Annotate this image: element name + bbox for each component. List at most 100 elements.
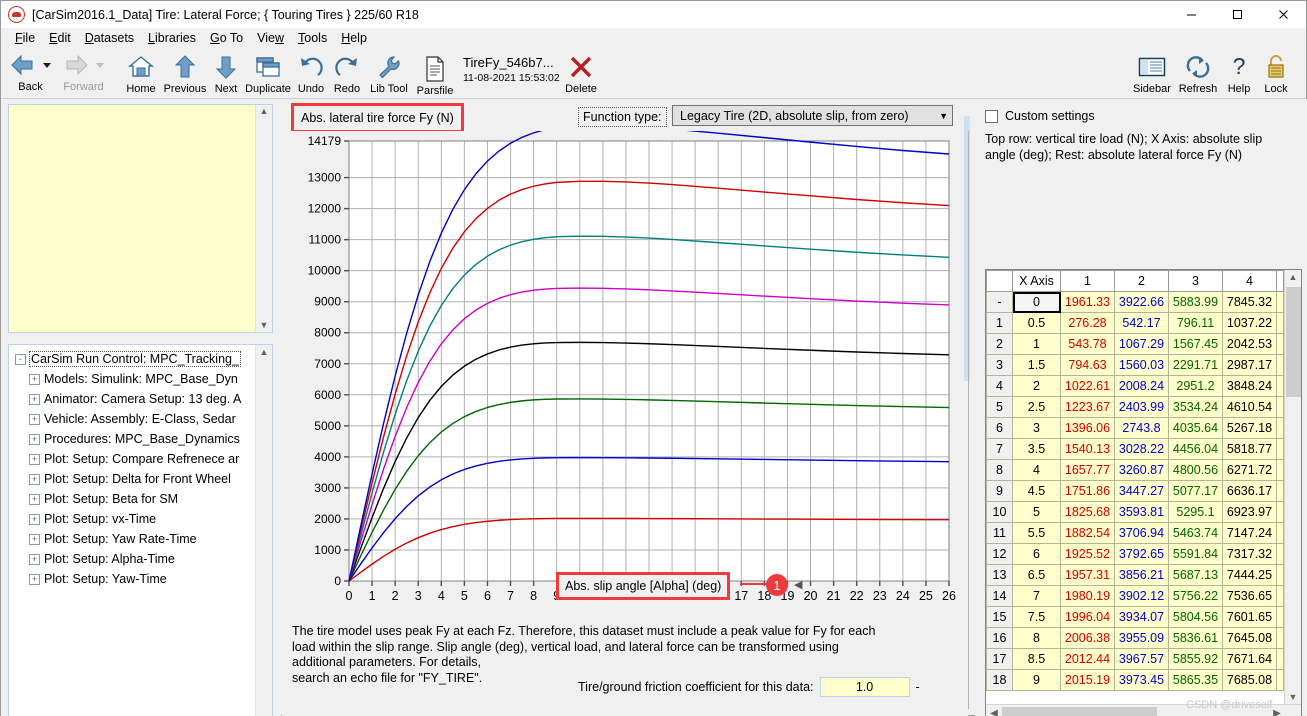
parsfile-button[interactable]: Parsfile <box>413 52 457 97</box>
expander-icon[interactable]: + <box>29 433 40 445</box>
data-cell[interactable]: 1037.22 <box>1222 312 1277 334</box>
data-cell[interactable]: 7685.08 <box>1222 669 1277 691</box>
table-vertical-scrollbar[interactable]: ▲ ▼ <box>1284 270 1301 704</box>
data-cell[interactable]: 2015.19 <box>1060 669 1115 691</box>
menu-item-tools[interactable]: Tools <box>291 30 334 46</box>
data-cell[interactable]: 543.78 <box>1060 333 1115 355</box>
tire-force-plot[interactable]: 0 1000 2000 3000 4000 5000 6000 7000 8000 9000 100… <box>291 131 959 696</box>
table-header-3[interactable]: 3 <box>1168 270 1223 292</box>
data-cell-partial[interactable] <box>1276 480 1284 502</box>
menu-item-edit[interactable]: Edit <box>42 30 78 46</box>
menu-item-datasets[interactable]: Datasets <box>78 30 141 46</box>
scroll-left-icon[interactable]: ◀ <box>986 708 1002 716</box>
run-control-tree[interactable]: - CarSim Run Control: MPC_Tracking_ + Mo… <box>8 344 273 716</box>
undo-button[interactable]: Undo <box>293 50 329 95</box>
data-cell[interactable]: 1957.31 <box>1060 564 1115 586</box>
data-cell[interactable]: 2403.99 <box>1114 396 1169 418</box>
data-cell[interactable]: 3534.24 <box>1168 396 1223 418</box>
friction-input[interactable]: 1.0 <box>819 677 910 697</box>
tree-item-0[interactable]: - CarSim Run Control: MPC_Tracking_ <box>15 349 255 369</box>
data-cell[interactable]: 4456.04 <box>1168 438 1223 460</box>
data-cell[interactable]: 1560.03 <box>1114 354 1169 376</box>
data-cell[interactable]: 5865.35 <box>1168 669 1223 691</box>
table-row[interactable]: 5 2.5 1223.67 2403.99 3534.24 4610.54 <box>986 396 1284 418</box>
table-row[interactable]: 14 7 1980.19 3902.12 5756.22 7536.65 <box>986 585 1284 607</box>
x-axis-cell[interactable]: 8 <box>1012 627 1061 649</box>
data-cell[interactable]: 6636.17 <box>1222 480 1277 502</box>
custom-settings-checkbox[interactable] <box>985 109 998 123</box>
data-table[interactable]: X Axis 1 2 3 4-0 1961.33 3922.66 5883.99 7845.32… <box>986 270 1284 691</box>
x-axis-cell[interactable]: 0.5 <box>1012 312 1061 334</box>
data-cell[interactable]: 1067.29 <box>1114 333 1169 355</box>
notes-textarea[interactable] <box>9 105 255 332</box>
next-button[interactable]: Next <box>209 50 243 95</box>
data-cell[interactable]: 5463.74 <box>1168 522 1223 544</box>
data-cell[interactable]: 7671.64 <box>1222 648 1277 670</box>
table-row[interactable]: 6 3 1396.06 2743.8 4035.64 5267.18 <box>986 417 1284 439</box>
data-cell[interactable]: 794.63 <box>1060 354 1115 376</box>
data-cell-partial[interactable] <box>1276 564 1284 586</box>
table-header-4[interactable]: 4 <box>1222 270 1277 292</box>
data-cell-partial[interactable] <box>1276 669 1284 691</box>
table-row[interactable]: 1 0.5 276.28 542.17 796.11 1037.22 <box>986 312 1284 334</box>
minimize-icon[interactable] <box>1168 1 1214 28</box>
data-cell[interactable]: 1882.54 <box>1060 522 1115 544</box>
data-cell[interactable]: 5687.13 <box>1168 564 1223 586</box>
data-cell-partial[interactable] <box>1276 627 1284 649</box>
x-axis-cell[interactable]: 1.5 <box>1012 354 1061 376</box>
data-cell[interactable]: 4610.54 <box>1222 396 1277 418</box>
data-cell[interactable]: 7601.65 <box>1222 606 1277 628</box>
data-cell[interactable]: 2951.2 <box>1168 375 1223 397</box>
scroll-up-icon[interactable]: ▲ <box>260 105 269 118</box>
table-row[interactable]: 17 8.5 2012.44 3967.57 5855.92 7671.64 <box>986 648 1284 670</box>
data-cell[interactable]: 5756.22 <box>1168 585 1223 607</box>
x-axis-cell[interactable]: 3.5 <box>1012 438 1061 460</box>
x-axis-cell[interactable]: 4.5 <box>1012 480 1061 502</box>
expander-icon[interactable]: + <box>29 553 40 565</box>
data-cell[interactable]: 1396.06 <box>1060 417 1115 439</box>
data-cell-partial[interactable] <box>1276 312 1284 334</box>
notes-panel[interactable]: ▲ ▼ <box>8 104 273 333</box>
expander-icon[interactable]: + <box>29 393 40 405</box>
data-cell[interactable]: 1751.86 <box>1060 480 1115 502</box>
tree-item-5[interactable]: + Plot: Setup: Compare Refrenece ar <box>29 449 255 469</box>
data-cell[interactable]: 2006.38 <box>1060 627 1115 649</box>
table-row[interactable]: 13 6.5 1957.31 3856.21 5687.13 7444.25 <box>986 564 1284 586</box>
table-row[interactable]: 8 4 1657.77 3260.87 4800.56 6271.72 <box>986 459 1284 481</box>
data-cell[interactable]: 1223.67 <box>1060 396 1115 418</box>
data-cell[interactable]: 7147.24 <box>1222 522 1277 544</box>
function-type-dropdown[interactable]: Legacy Tire (2D, absolute slip, from zer… <box>672 105 953 126</box>
tree-item-7[interactable]: + Plot: Setup: Beta for SM <box>29 489 255 509</box>
data-cell[interactable]: 5804.56 <box>1168 606 1223 628</box>
tree-item-3[interactable]: + Vehicle: Assembly: E-Class, Sedar <box>29 409 255 429</box>
table-row[interactable]: 4 2 1022.61 2008.24 2951.2 3848.24 <box>986 375 1284 397</box>
data-cell-partial[interactable] <box>1276 543 1284 565</box>
panel-splitter[interactable] <box>964 116 970 381</box>
back-dropdown-icon[interactable] <box>39 50 54 80</box>
x-axis-cell[interactable]: 9 <box>1012 669 1061 691</box>
data-cell-partial[interactable] <box>1276 648 1284 670</box>
data-cell-partial[interactable] <box>1276 438 1284 460</box>
chevron-down-icon[interactable]: ▼ <box>939 111 948 121</box>
data-cell[interactable]: 5855.92 <box>1168 648 1223 670</box>
x-axis-cell[interactable]: 8.5 <box>1012 648 1061 670</box>
data-cell[interactable]: 1657.77 <box>1060 459 1115 481</box>
data-cell[interactable]: 5267.18 <box>1222 417 1277 439</box>
tree-item-11[interactable]: + Plot: Setup: Yaw-Time <box>29 569 255 589</box>
x-axis-cell[interactable]: 7 <box>1012 585 1061 607</box>
data-cell[interactable]: 2008.24 <box>1114 375 1169 397</box>
menu-item-view[interactable]: View <box>250 30 291 46</box>
lib-tool-button[interactable]: Lib Tool <box>365 50 413 95</box>
expander-icon[interactable]: + <box>29 493 40 505</box>
data-cell[interactable]: 3856.21 <box>1114 564 1169 586</box>
menu-item-file[interactable]: File <box>8 30 42 46</box>
data-cell[interactable]: 2042.53 <box>1222 333 1277 355</box>
data-cell[interactable]: 1961.33 <box>1060 291 1115 313</box>
data-cell[interactable]: 3260.87 <box>1114 459 1169 481</box>
data-cell[interactable]: 6271.72 <box>1222 459 1277 481</box>
plot-area[interactable]: 0 1000 2000 3000 4000 5000 6000 7000 8000 9000 100… <box>291 131 959 696</box>
sidebar-button[interactable]: Sidebar <box>1129 50 1175 95</box>
table-header-0[interactable]: X Axis <box>1012 270 1061 292</box>
data-cell[interactable]: 542.17 <box>1114 312 1169 334</box>
x-axis-cell[interactable]: 3 <box>1012 417 1061 439</box>
